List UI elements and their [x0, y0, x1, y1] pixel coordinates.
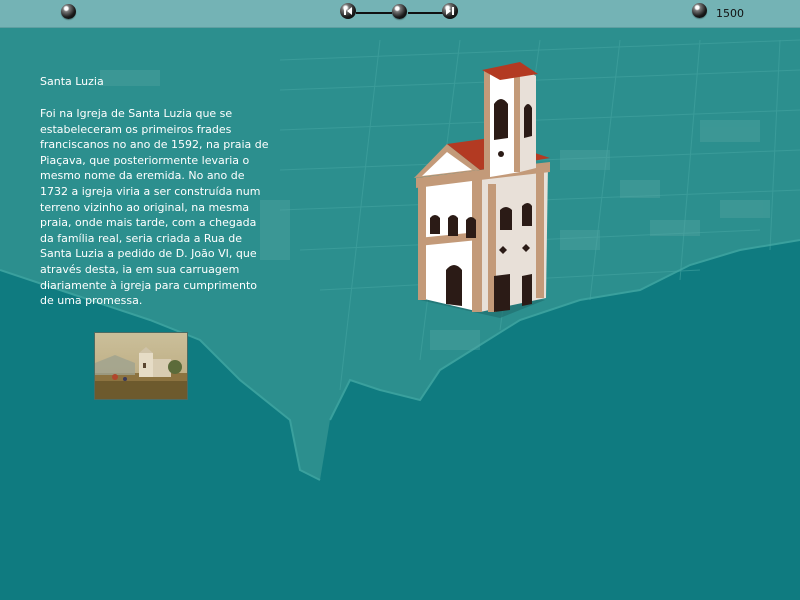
timeline-track-right: [408, 12, 444, 14]
step-back-icon: [344, 7, 352, 15]
timeline-track-left: [356, 12, 392, 14]
step-back-button[interactable]: [340, 3, 356, 19]
location-description: Foi na Igreja de Santa Luzia que se esta…: [40, 107, 269, 308]
year-label: 1500: [716, 7, 744, 20]
top-toolbar: 1500: [0, 0, 800, 28]
historical-painting-thumbnail[interactable]: [94, 332, 188, 400]
menu-ball-icon[interactable]: [61, 4, 76, 19]
painting-icon: [95, 333, 187, 399]
step-forward-button[interactable]: [442, 3, 458, 19]
year-ball-icon[interactable]: [692, 3, 707, 18]
step-forward-icon: [446, 7, 454, 15]
location-title: Santa Luzia: [40, 75, 104, 88]
timeline-marker-icon[interactable]: [392, 4, 407, 19]
